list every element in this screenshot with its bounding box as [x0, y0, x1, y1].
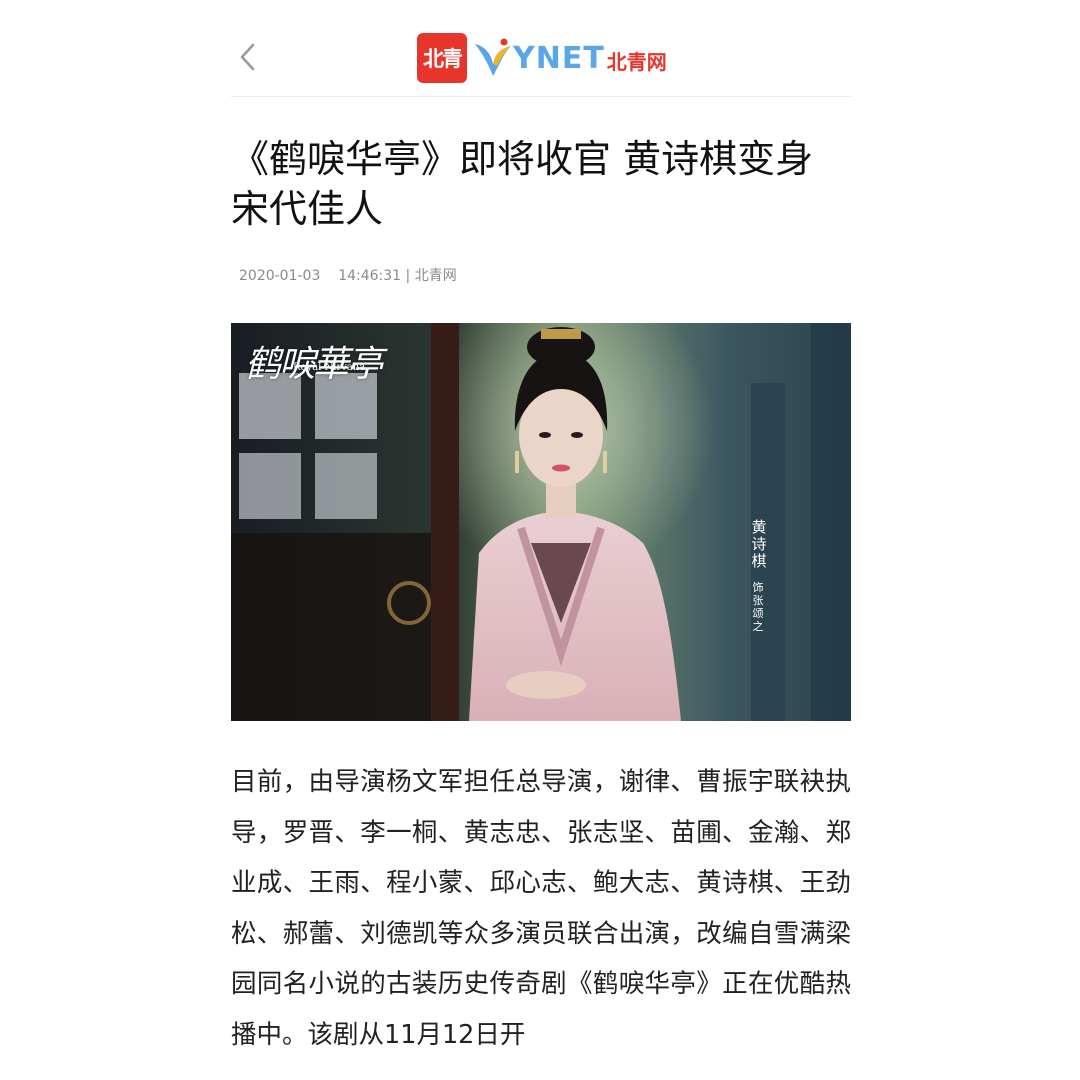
article-page: 北青 YNET 北青网 《鹤唳华亭》即将收官 黄诗棋变身宋代佳人 2020-01…	[231, 0, 851, 1050]
article-meta: 2020-01-03 14:46:31 | 北青网	[239, 265, 457, 285]
article-body: 目前，由导演杨文军担任总导演，谢律、曹振宇联袂执导，罗晋、李一桐、黄志忠、张志坚…	[231, 767, 851, 1050]
role-text: 张颂之	[752, 594, 764, 633]
article-hero-image[interactable]: 鹤唳華亭 Royal Nirvana 黄诗棋 饰张颂之	[231, 323, 851, 721]
top-bar: 北青 YNET 北青网	[231, 0, 851, 97]
logo-badge: 北青	[417, 33, 467, 83]
article-title: 《鹤唳华亭》即将收官 黄诗棋变身宋代佳人	[231, 137, 814, 231]
publish-date: 2020-01-03	[239, 268, 321, 284]
publish-time: 14:46:31	[338, 268, 402, 284]
show-logo-english: Royal Nirvana	[293, 362, 366, 373]
ynet-logo[interactable]: 北青 YNET 北青网	[417, 32, 667, 84]
role-mark: 饰	[752, 581, 764, 594]
logo-ynet-text: YNET	[513, 40, 605, 76]
chevron-left-icon[interactable]	[235, 40, 261, 74]
logo-cn-text: 北青网	[606, 49, 667, 74]
show-logo: 鹤唳華亭	[245, 344, 383, 385]
article-source[interactable]: 北青网	[415, 268, 457, 284]
role-name: 饰张颂之	[751, 581, 765, 633]
bird-icon	[475, 38, 511, 76]
actor-name: 黄诗棋	[751, 518, 767, 570]
